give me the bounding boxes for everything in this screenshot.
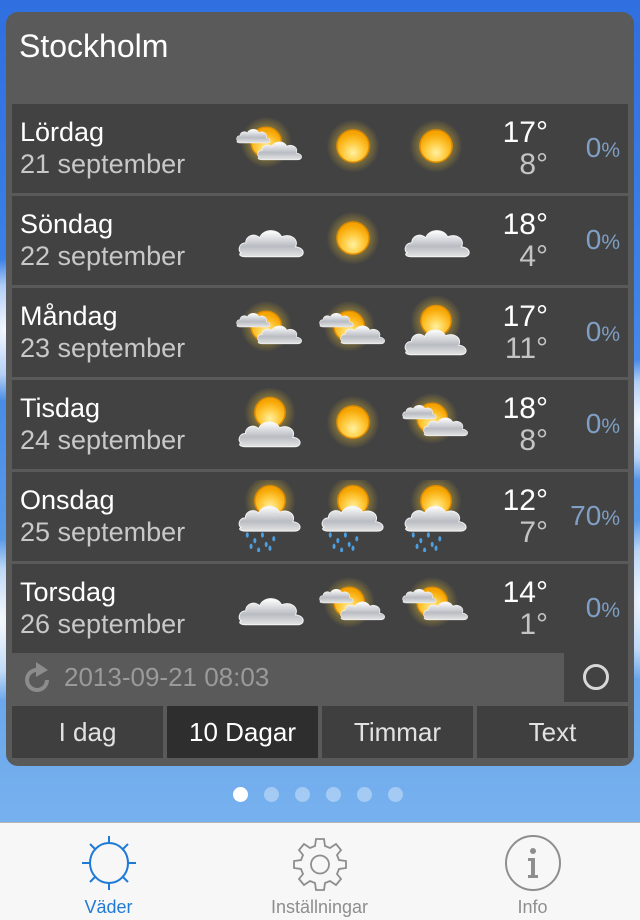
sun-icon xyxy=(315,204,391,276)
refresh-icon[interactable] xyxy=(22,660,54,694)
page-dot[interactable] xyxy=(233,787,248,802)
day-date: 23 september xyxy=(20,333,186,363)
precip-unit: % xyxy=(601,507,620,530)
sun-cloud-rain-icon xyxy=(232,475,308,553)
temp-high: 18° xyxy=(502,208,548,241)
sun-icon xyxy=(315,388,391,460)
last-updated-timestamp: 2013-09-21 08:03 xyxy=(64,662,270,692)
day-date: 21 september xyxy=(20,149,186,179)
day-name: Torsdag xyxy=(20,577,117,607)
precip-value: 0 xyxy=(585,224,602,255)
sun-icon xyxy=(398,112,474,184)
tab-bar: Väder Inställningar Info xyxy=(0,822,640,920)
page-dot[interactable] xyxy=(264,787,279,802)
sun-cloud-small-icon xyxy=(232,296,308,368)
precip-value: 70 xyxy=(570,500,602,531)
day-name: Måndag xyxy=(20,301,118,331)
day-name: Onsdag xyxy=(20,485,115,515)
weather-panel: Stockholm Lördag 21 september 17° 8° 0% … xyxy=(6,12,634,766)
precip-value: 0 xyxy=(585,316,602,347)
forecast-row[interactable]: Tisdag 24 september 18° 8° 0% xyxy=(12,380,628,469)
forecast-row[interactable]: Lördag 21 september 17° 8° 0% xyxy=(12,104,628,193)
cloud-icon xyxy=(398,204,474,276)
temp-high: 17° xyxy=(502,300,548,333)
temp-low: 4° xyxy=(519,240,548,273)
sun-cloud-small-icon xyxy=(232,112,308,184)
update-bar: 2013-09-21 08:03 xyxy=(12,648,628,704)
sun-cloud-big-icon xyxy=(398,295,474,368)
page-dot[interactable] xyxy=(295,787,310,802)
tab-10-dagar[interactable]: 10 Dagar xyxy=(167,706,318,758)
sun-cloud-rain-icon xyxy=(315,475,391,553)
sun-cloud-rain-icon xyxy=(398,475,474,553)
day-name: Söndag xyxy=(20,209,114,239)
forecast-row[interactable]: Torsdag 26 september 14° 1° 0% xyxy=(12,564,628,653)
tabbar-item-vader[interactable]: Väder xyxy=(2,823,215,920)
temp-low: 8° xyxy=(519,424,548,457)
day-date: 25 september xyxy=(20,517,186,547)
sun-cloud-small-icon xyxy=(315,572,391,644)
day-date: 26 september xyxy=(20,609,186,639)
forecast-row[interactable]: Måndag 23 september 17° 11° 0% xyxy=(12,288,628,377)
forecast-row[interactable]: Onsdag 25 september 12° 7° 70% xyxy=(12,472,628,561)
gear-icon xyxy=(292,838,347,891)
cloud-icon xyxy=(232,204,308,276)
temp-low: 7° xyxy=(519,516,548,549)
sun-cloud-big-icon xyxy=(232,387,308,460)
precip-chance: 0% xyxy=(586,316,620,348)
day-date: 24 september xyxy=(20,425,186,455)
tab-text[interactable]: Text xyxy=(477,706,628,758)
precip-value: 0 xyxy=(585,132,602,163)
tabbar-label: Info xyxy=(517,897,548,917)
precip-unit: % xyxy=(601,415,620,438)
tab-i-dag[interactable]: I dag xyxy=(12,706,163,758)
sun-cloud-small-icon xyxy=(315,296,391,368)
precip-unit: % xyxy=(601,139,620,162)
temp-high: 18° xyxy=(502,392,548,425)
circle-icon xyxy=(583,664,609,690)
day-name: Tisdag xyxy=(20,393,101,423)
precip-chance: 0% xyxy=(586,592,620,624)
page-dot[interactable] xyxy=(388,787,403,802)
sun-cloud-small-icon xyxy=(398,572,474,644)
precip-value: 0 xyxy=(585,592,602,623)
temp-low: 1° xyxy=(519,608,548,641)
sun-outline-icon xyxy=(81,836,136,890)
precip-unit: % xyxy=(601,231,620,254)
tabbar-item-info[interactable]: Info xyxy=(426,823,639,920)
precip-chance: 0% xyxy=(586,132,620,164)
tabbar-label: Inställningar xyxy=(270,897,369,917)
temp-high: 14° xyxy=(502,576,548,609)
page-indicator[interactable] xyxy=(233,787,403,802)
city-title: Stockholm xyxy=(19,28,169,64)
day-name: Lördag xyxy=(20,117,105,147)
info-icon xyxy=(504,835,561,891)
forecast-row[interactable]: Söndag 22 september 18° 4° 0% xyxy=(12,196,628,285)
temp-high: 17° xyxy=(502,116,548,149)
temp-high: 12° xyxy=(502,484,548,517)
precip-unit: % xyxy=(601,599,620,622)
sun-icon xyxy=(315,112,391,184)
page-dot[interactable] xyxy=(326,787,341,802)
temp-low: 11° xyxy=(504,332,548,365)
precip-chance: 0% xyxy=(586,408,620,440)
view-tabs: I dag 10 Dagar Timmar Text xyxy=(12,706,628,758)
location-toggle-button[interactable] xyxy=(564,652,628,702)
forecast-list[interactable]: Lördag 21 september 17° 8° 0% Söndag 22 … xyxy=(12,104,628,656)
precip-unit: % xyxy=(601,323,620,346)
precip-chance: 0% xyxy=(586,224,620,256)
tab-timmar[interactable]: Timmar xyxy=(322,706,473,758)
day-date: 22 september xyxy=(20,241,186,271)
precip-chance: 70% xyxy=(570,500,620,532)
sun-cloud-small-icon xyxy=(398,388,474,460)
precip-value: 0 xyxy=(585,408,602,439)
page-dot[interactable] xyxy=(357,787,372,802)
tabbar-item-installningar[interactable]: Inställningar xyxy=(213,823,426,920)
temp-low: 8° xyxy=(519,148,548,181)
tabbar-label: Väder xyxy=(84,897,133,917)
cloud-icon xyxy=(232,572,308,644)
